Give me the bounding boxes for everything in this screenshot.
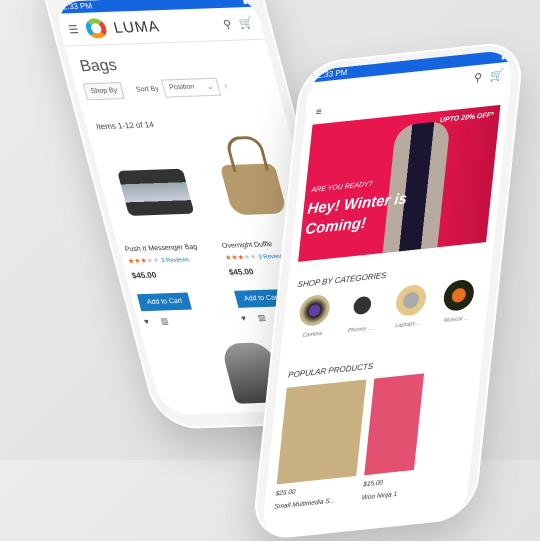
compare-icon[interactable]: ▥ (160, 316, 170, 325)
sort-by-label: Sort By (135, 85, 160, 94)
category-camera[interactable]: Camera (297, 293, 332, 340)
product-image[interactable] (219, 162, 287, 215)
hero-banner[interactable]: UPTO 20% OFF* ARE YOU READY? Hey! Winter… (298, 104, 501, 262)
product-image[interactable] (117, 168, 195, 216)
banner-subtitle: ARE YOU READY? (311, 180, 373, 195)
brand-name: LUMA (111, 17, 162, 37)
category-musical[interactable]: Musical ... (441, 278, 476, 325)
cart-icon[interactable]: 🛒 (238, 16, 255, 29)
menu-icon[interactable]: ☰ (67, 23, 80, 36)
product-name: Woo Ninja 1 (361, 490, 398, 502)
search-icon[interactable]: ⚲ (473, 71, 482, 85)
luma-logo[interactable] (83, 18, 109, 39)
category-laptops[interactable]: Laptops ... (393, 283, 428, 330)
product-image (276, 379, 367, 485)
shop-screen: 2:33 PM ▮ ⚲ 🛒 ≡ UPTO 20% OFF* ARE YOU READ… (260, 49, 515, 541)
price: $15.00 (362, 479, 384, 489)
battery-icon: ▮ (500, 51, 507, 61)
discount-text: UPTO 20% OFF* (439, 111, 494, 125)
wishlist-icon[interactable]: ♥ (240, 314, 247, 323)
items-count: Items 1-12 of 14 (95, 120, 155, 132)
product-card[interactable]: $25.00 Small Multimedia S... (273, 379, 367, 511)
chevron-down-icon: ⌄ (206, 83, 215, 92)
product-card[interactable]: $15.00 Woo Ninja 1 (361, 373, 425, 502)
sort-select[interactable]: Position ⌄ (161, 77, 222, 98)
time: 2:33 PM (61, 1, 94, 12)
compare-icon[interactable]: ▥ (257, 313, 267, 322)
category-phones[interactable]: Phones ... (345, 288, 380, 335)
product-name: Small Multimedia S... (273, 497, 336, 511)
price: $45.00 (130, 270, 158, 281)
battery-icon: ▮ (241, 0, 249, 6)
shop-by-button[interactable]: Shop By (82, 81, 126, 100)
reviews-link[interactable]: 3 Reviews (161, 257, 190, 264)
sort-direction-icon[interactable]: ↑ (223, 83, 228, 90)
wishlist-icon[interactable]: ♥ (143, 317, 150, 326)
sort-value: Position (168, 83, 196, 92)
search-icon[interactable]: ⚲ (222, 17, 233, 30)
add-to-cart-button[interactable]: Add to Cart (136, 292, 193, 312)
price: $25.00 (275, 488, 296, 498)
rating-stars: ★★★★★ 3 Reviews (127, 257, 190, 266)
cart-icon[interactable]: 🛒 (489, 68, 504, 83)
